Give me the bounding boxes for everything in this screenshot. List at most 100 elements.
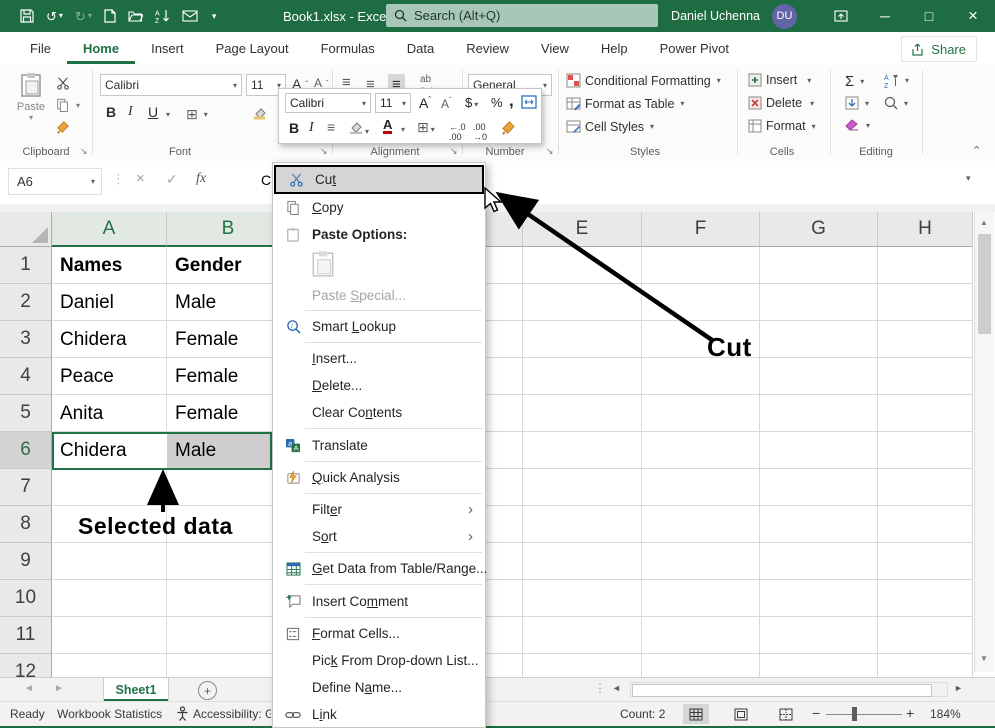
row-header-8[interactable]: 8 (0, 506, 52, 543)
scroll-up-icon[interactable]: ▲ (975, 214, 993, 230)
collapse-ribbon-icon[interactable]: ⌃ (972, 144, 981, 157)
avatar[interactable]: DU (772, 4, 797, 29)
row-header-1[interactable]: 1 (0, 247, 52, 284)
formula-content[interactable]: C (261, 172, 271, 188)
prev-sheet-icon[interactable]: ◄ (24, 683, 34, 694)
hscroll-left-icon[interactable]: ◄ (612, 683, 621, 693)
tab-insert[interactable]: Insert (135, 32, 200, 64)
tab-review[interactable]: Review (450, 32, 525, 64)
cell-a3[interactable]: Chidera (52, 321, 167, 358)
menu-item-sort[interactable]: Sort › (273, 523, 485, 550)
vertical-scroll-thumb[interactable] (978, 234, 991, 334)
delete-cells-button[interactable]: Delete▾ (748, 96, 814, 110)
tab-bar-divider[interactable]: ⋮ (594, 681, 606, 695)
menu-item-cut[interactable]: Cut (274, 165, 484, 194)
mini-fill-color-icon[interactable]: ▾ (349, 121, 369, 137)
tab-home[interactable]: Home (67, 32, 135, 64)
alignment-dialog-launcher[interactable]: ↘ (450, 146, 458, 157)
menu-item-copy[interactable]: Copy (273, 194, 485, 221)
mini-comma-style-icon[interactable]: , (509, 91, 514, 111)
menu-item-get-data-from-table[interactable]: Get Data from Table/Range... (273, 555, 485, 582)
cell-a2[interactable]: Daniel (52, 284, 167, 321)
new-sheet-button[interactable]: + (198, 681, 217, 700)
row-header-10[interactable]: 10 (0, 580, 52, 617)
mini-format-painter-icon[interactable] (501, 120, 516, 138)
row-header-11[interactable]: 11 (0, 617, 52, 654)
tab-help[interactable]: Help (585, 32, 644, 64)
row-header-4[interactable]: 4 (0, 358, 52, 395)
maximize-button[interactable]: □ (907, 0, 951, 32)
font-dialog-launcher[interactable]: ↘ (320, 146, 328, 157)
column-header-a[interactable]: A (52, 212, 167, 247)
paste-button[interactable]: Paste ▾ (14, 72, 48, 122)
close-button[interactable]: × (951, 0, 995, 32)
mini-borders-icon[interactable]: ⊞▾ (417, 119, 435, 136)
cell-styles-button[interactable]: Cell Styles▾ (566, 119, 654, 134)
open-folder-icon[interactable] (128, 10, 143, 22)
format-cells-ribbon-button[interactable]: Format▾ (748, 119, 816, 133)
column-header-g[interactable]: G (760, 212, 878, 247)
mini-decrease-font-icon[interactable]: Aˇ (441, 96, 452, 111)
mini-bold-button[interactable]: B (289, 120, 299, 136)
tab-view[interactable]: View (525, 32, 585, 64)
save-icon[interactable] (20, 9, 34, 23)
paste-preview-button[interactable] (273, 248, 485, 282)
scroll-down-icon[interactable]: ▼ (975, 650, 993, 666)
redo-button[interactable]: ↻▾ (75, 10, 92, 23)
bold-button[interactable]: B (106, 104, 116, 120)
select-all-corner[interactable] (0, 212, 52, 247)
tab-page-layout[interactable]: Page Layout (200, 32, 305, 64)
mini-font-name-select[interactable]: Calibri▾ (285, 93, 371, 113)
hscroll-right-icon[interactable]: ► (954, 683, 963, 693)
mini-font-color-icon[interactable]: A (383, 118, 392, 134)
horizontal-scroll-thumb[interactable] (632, 684, 932, 697)
cell-a1[interactable]: Names (52, 247, 167, 284)
underline-caret[interactable]: ▾ (166, 110, 170, 119)
find-select-button[interactable]: ▾ (884, 96, 908, 110)
accessibility-status[interactable]: Accessibility: G (193, 707, 271, 721)
confirm-entry-icon[interactable]: ✓ (166, 171, 178, 188)
sort-az-icon[interactable]: AZ (155, 9, 170, 23)
menu-item-delete[interactable]: Delete... (273, 372, 485, 399)
customize-qat-icon[interactable]: ▾ (210, 12, 217, 21)
menu-item-pick-from-dropdown[interactable]: Pick From Drop-down List... (273, 647, 485, 674)
cell-a5[interactable]: Anita (52, 395, 167, 432)
zoom-slider-handle[interactable] (852, 707, 857, 721)
undo-button[interactable]: ↺▾ (46, 10, 63, 23)
menu-item-smart-lookup[interactable]: i Smart Lookup (273, 313, 485, 340)
menu-item-insert[interactable]: Insert... (273, 345, 485, 372)
mini-percent-icon[interactable]: % (491, 95, 503, 110)
italic-button[interactable]: I (128, 104, 133, 120)
borders-icon[interactable]: ⊞▾ (186, 106, 208, 123)
paste-dropdown-caret[interactable]: ▾ (14, 113, 48, 122)
zoom-out-icon[interactable]: − (812, 705, 820, 721)
cancel-entry-icon[interactable]: × (136, 170, 145, 187)
mini-increase-font-icon[interactable]: Aˆ (419, 95, 431, 111)
copy-icon[interactable]: ▾ (56, 98, 80, 112)
vertical-scrollbar[interactable]: ▲ ▼ (974, 212, 994, 672)
column-header-e[interactable]: E (523, 212, 642, 247)
menu-item-translate[interactable]: aA Translate (273, 431, 485, 459)
zoom-level[interactable]: 184% (930, 707, 961, 721)
normal-view-icon[interactable] (683, 704, 709, 724)
cut-icon[interactable] (56, 76, 70, 90)
sheet-tab-sheet1[interactable]: Sheet1 (103, 678, 169, 701)
workbook-statistics-button[interactable]: Workbook Statistics (57, 707, 162, 721)
column-header-f[interactable]: F (642, 212, 760, 247)
format-as-table-button[interactable]: Format as Table▾ (566, 96, 684, 111)
mini-currency-icon[interactable]: $▾ (465, 95, 478, 110)
page-break-view-icon[interactable] (773, 704, 799, 724)
clipboard-dialog-launcher[interactable]: ↘ (80, 146, 88, 157)
name-box-caret[interactable]: ▾ (91, 177, 95, 186)
tab-formulas[interactable]: Formulas (305, 32, 391, 64)
row-header-6[interactable]: 6 (0, 432, 52, 469)
menu-item-clear-contents[interactable]: Clear Contents (273, 399, 485, 426)
fill-color-icon[interactable] (252, 106, 267, 123)
minimize-button[interactable]: ─ (863, 0, 907, 32)
menu-item-insert-comment[interactable]: Insert Comment (273, 587, 485, 615)
row-header-7[interactable]: 7 (0, 469, 52, 506)
row-header-12[interactable]: 12 (0, 654, 52, 677)
clear-button[interactable]: ▾ (845, 119, 870, 132)
fill-down-button[interactable]: ▾ (845, 96, 869, 110)
underline-button[interactable]: U (148, 104, 158, 120)
